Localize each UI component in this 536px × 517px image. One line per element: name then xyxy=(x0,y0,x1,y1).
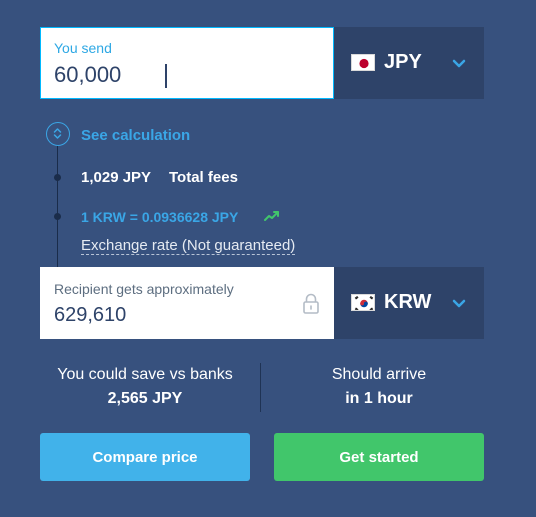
send-currency-code: JPY xyxy=(384,51,422,73)
receive-amount-input[interactable] xyxy=(54,304,304,327)
savings-label: You could save vs banks xyxy=(57,366,233,383)
text-caret xyxy=(165,64,167,88)
exchange-rate-value: 1 KRW = 0.0936628 JPY xyxy=(81,209,239,225)
total-fees-label: Total fees xyxy=(169,169,238,186)
expand-calculation-icon[interactable] xyxy=(46,122,70,146)
south-korea-flag-icon xyxy=(351,294,375,311)
send-amount-input[interactable] xyxy=(54,62,304,88)
lock-icon xyxy=(302,293,320,315)
receive-currency-select[interactable]: KRW xyxy=(334,267,484,339)
compare-price-button[interactable]: Compare price xyxy=(40,433,250,481)
send-amount-label: You send xyxy=(54,40,112,56)
arrival-label: Should arrive xyxy=(331,366,427,383)
send-currency-select[interactable]: JPY xyxy=(334,27,484,99)
exchange-rate-note[interactable]: Exchange rate (Not guaranteed) xyxy=(81,237,296,255)
savings-value: 2,565 JPY xyxy=(107,390,183,407)
info-divider xyxy=(260,363,261,412)
see-calculation-link[interactable]: See calculation xyxy=(81,127,190,144)
arrival-value: in 1 hour xyxy=(345,390,413,407)
send-amount-row: You send JPY xyxy=(40,27,484,99)
send-amount-box[interactable]: You send xyxy=(40,27,334,99)
receive-amount-label: Recipient gets approximately xyxy=(54,281,234,297)
total-fees-value: 1,029 JPY xyxy=(81,169,152,186)
rate-dot xyxy=(54,213,61,220)
fee-dot xyxy=(54,174,61,181)
chevron-down-icon[interactable] xyxy=(452,56,466,68)
receive-amount-row: Recipient gets approximately 629,610 KRW xyxy=(40,267,484,339)
receive-amount-box[interactable]: Recipient gets approximately xyxy=(40,267,334,339)
trend-up-icon xyxy=(264,209,280,221)
get-started-button[interactable]: Get started xyxy=(274,433,484,481)
receive-currency-code: KRW xyxy=(384,291,432,313)
chevron-down-icon[interactable] xyxy=(452,296,466,308)
japan-flag-icon xyxy=(351,54,375,71)
timeline-line xyxy=(57,145,58,268)
